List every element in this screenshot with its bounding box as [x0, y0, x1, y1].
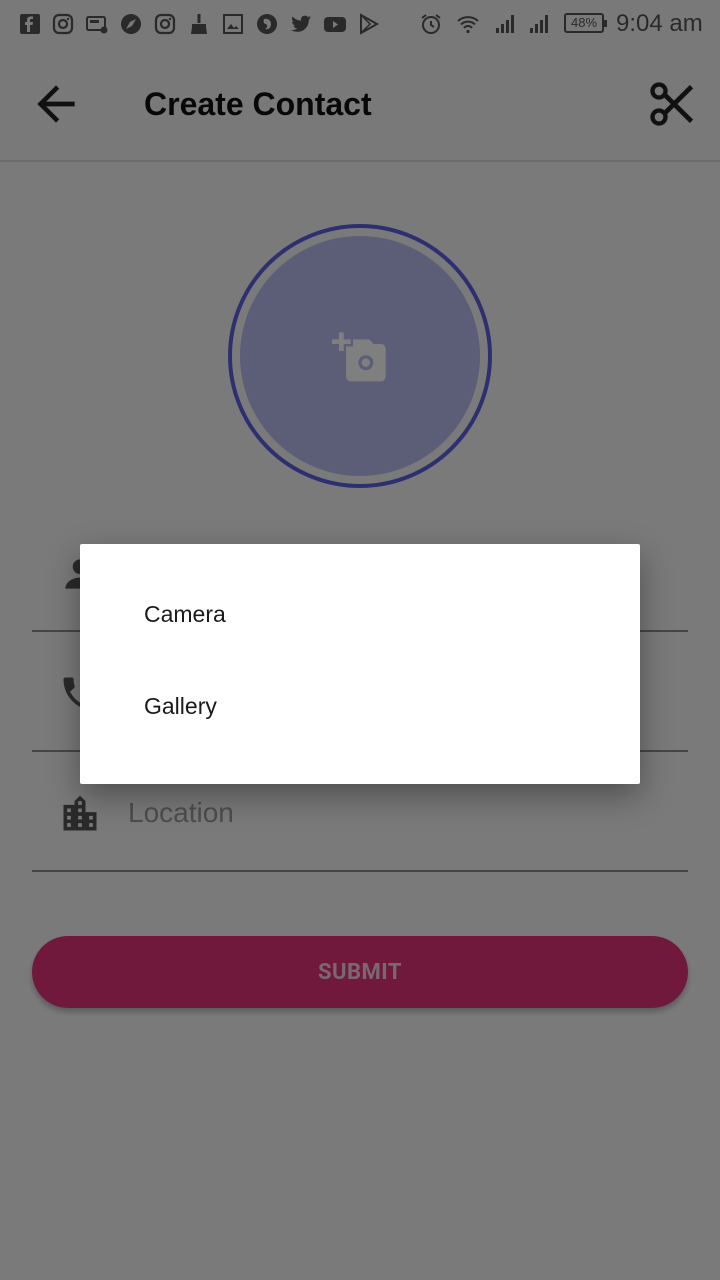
image-source-dialog: Camera Gallery [80, 544, 640, 784]
create-contact-screen: 48% 9:04 am Create Contact [0, 0, 720, 1280]
dialog-option-camera[interactable]: Camera [80, 568, 640, 660]
dialog-option-gallery[interactable]: Gallery [80, 660, 640, 752]
